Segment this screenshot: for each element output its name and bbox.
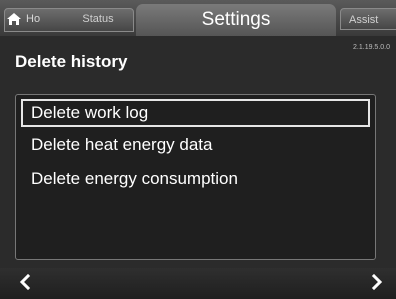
nav-next-button[interactable] xyxy=(366,272,388,296)
menu-list: Delete work log Delete heat energy data … xyxy=(15,94,376,260)
page-title: Delete history xyxy=(15,52,128,71)
bottom-nav-bar xyxy=(0,268,396,299)
menu-item-delete-heat-energy-data[interactable]: Delete heat energy data xyxy=(21,132,370,160)
tab-home-label: Ho xyxy=(26,13,41,25)
version-label: 2.1.19.5.0.0 xyxy=(353,44,390,51)
screen: Ho Status Settings Assist Delete history… xyxy=(0,0,396,299)
tab-status[interactable]: Status xyxy=(68,9,128,29)
menu-item-delete-energy-consumption[interactable]: Delete energy consumption xyxy=(21,166,370,194)
tab-home[interactable]: Ho xyxy=(6,9,40,29)
top-tab-bar: Ho Status Settings Assist xyxy=(0,0,396,36)
chevron-left-icon xyxy=(19,273,31,295)
nav-prev-button[interactable] xyxy=(14,272,36,296)
home-icon xyxy=(6,12,22,26)
menu-item-delete-work-log[interactable]: Delete work log xyxy=(21,99,370,127)
tab-assist[interactable]: Assist xyxy=(340,8,396,30)
tab-settings[interactable]: Settings xyxy=(136,4,336,36)
chevron-right-icon xyxy=(371,273,383,295)
